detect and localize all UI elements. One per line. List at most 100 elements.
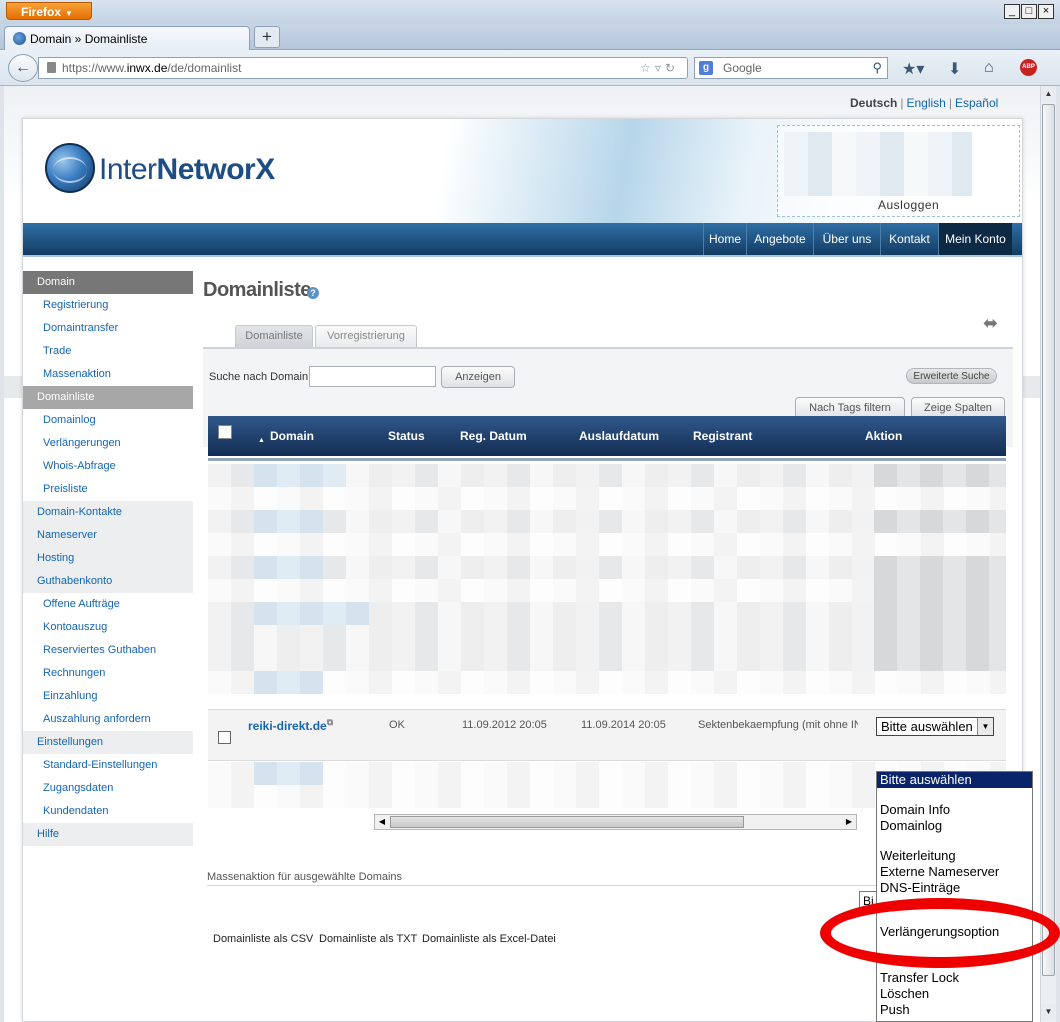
scroll-up-icon[interactable]: ▲ xyxy=(1041,86,1056,102)
table-row-redacted xyxy=(208,671,1006,694)
lang-english[interactable]: English xyxy=(906,96,945,110)
sidebar-item-zugangsdaten[interactable]: Zugangsdaten xyxy=(23,777,193,800)
sidebar-item-domainliste[interactable]: Domainliste xyxy=(23,386,193,409)
bookmark-star-icon[interactable]: ☆▿↻ xyxy=(640,58,679,78)
action-select[interactable]: Bitte auswählen ▼ xyxy=(876,717,994,736)
sidebar-item-rechnungen[interactable]: Rechnungen xyxy=(23,662,193,685)
scroll-left-icon[interactable]: ◀ xyxy=(375,815,389,829)
sidebar-item-nameserver[interactable]: Nameserver xyxy=(23,524,193,547)
horizontal-scrollbar[interactable]: ◀ ▶ xyxy=(374,814,857,830)
dropdown-option[interactable]: Transfer Lock xyxy=(877,970,1032,986)
dropdown-option[interactable]: Domainlog xyxy=(877,818,1032,834)
maximize-icon[interactable]: □ xyxy=(1021,4,1037,19)
scrollbar-thumb[interactable] xyxy=(1042,104,1055,976)
minimize-icon[interactable]: _ xyxy=(1004,4,1020,19)
sidebar-item-registrierung[interactable]: Registrierung xyxy=(23,294,193,317)
expand-width-icon[interactable]: ⬌ xyxy=(983,313,998,334)
sidebar-item-trade[interactable]: Trade xyxy=(23,340,193,363)
firefox-menu-button[interactable]: Firefox ▼ xyxy=(6,2,92,20)
table-row-redacted xyxy=(208,579,1006,602)
table-row-redacted xyxy=(208,602,1006,625)
help-icon[interactable]: ? xyxy=(307,287,319,299)
column-auslaufdatum[interactable]: Auslaufdatum xyxy=(579,429,659,443)
export-excel-link[interactable]: Domainliste als Excel-Datei xyxy=(422,933,556,945)
table-header: ▲ Domain Status Reg. Datum Auslaufdatum … xyxy=(208,416,1006,456)
export-csv-link[interactable]: Domainliste als CSV xyxy=(213,933,313,945)
sidebar-item-einstellungen[interactable]: Einstellungen xyxy=(23,731,193,754)
sidebar-item-domainlog[interactable]: Domainlog xyxy=(23,409,193,432)
sidebar-item-einzahlung[interactable]: Einzahlung xyxy=(23,685,193,708)
sidebar-item-domaintransfer[interactable]: Domaintransfer xyxy=(23,317,193,340)
dropdown-option[interactable]: Löschen xyxy=(877,986,1032,1002)
column-status[interactable]: Status xyxy=(388,429,425,443)
lang-espanol[interactable]: Español xyxy=(955,96,998,110)
domain-link[interactable]: reiki-direkt.de⧉ xyxy=(248,717,333,733)
column-registrant[interactable]: Registrant xyxy=(693,429,752,443)
sidebar-item-hilfe[interactable]: Hilfe xyxy=(23,823,193,846)
sidebar-item-whois-abfrage[interactable]: Whois-Abfrage xyxy=(23,455,193,478)
close-icon[interactable]: × xyxy=(1038,4,1054,19)
url-path: /de/domainlist xyxy=(167,61,242,75)
search-icon[interactable]: ⚲ xyxy=(872,58,882,78)
sidebar-item-kontoauszug[interactable]: Kontoauszug xyxy=(23,616,193,639)
sidebar-item-domain-kontakte[interactable]: Domain-Kontakte xyxy=(23,501,193,524)
domain-search-input[interactable] xyxy=(309,366,436,387)
sidebar-item-massenaktion[interactable]: Massenaktion xyxy=(23,363,193,386)
sidebar-item-offene-aufträge[interactable]: Offene Aufträge xyxy=(23,593,193,616)
firefox-menu-label: Firefox xyxy=(21,5,62,19)
back-arrow-icon[interactable]: ← xyxy=(8,54,38,82)
select-all-checkbox[interactable] xyxy=(218,425,232,439)
dropdown-option[interactable]: DNS-Einträge xyxy=(877,880,1032,896)
sidebar-item-preisliste[interactable]: Preisliste xyxy=(23,478,193,501)
nav-home[interactable]: Home xyxy=(703,223,746,255)
column-reg-datum[interactable]: Reg. Datum xyxy=(460,429,527,443)
sidebar-item-hosting[interactable]: Hosting xyxy=(23,547,193,570)
url-bar[interactable]: https://www.inwx.de/de/domainlist ☆▿↻ xyxy=(38,57,688,79)
download-icon[interactable]: ⬇ xyxy=(948,59,961,79)
nav-ueber-uns[interactable]: Über uns xyxy=(813,223,880,255)
column-aktion[interactable]: Aktion xyxy=(865,429,902,443)
scrollbar-thumb[interactable] xyxy=(390,816,744,828)
table-row-redacted xyxy=(208,625,1006,648)
sidebar-item-auszahlung-anfordern[interactable]: Auszahlung anfordern xyxy=(23,708,193,731)
dropdown-option[interactable]: Weiterleitung xyxy=(877,848,1032,864)
nav-angebote[interactable]: Angebote xyxy=(746,223,813,255)
sidebar-item-kundendaten[interactable]: Kundendaten xyxy=(23,800,193,823)
sidebar-item-verlängerungen[interactable]: Verlängerungen xyxy=(23,432,193,455)
lang-deutsch[interactable]: Deutsch xyxy=(850,96,897,110)
show-button[interactable]: Anzeigen xyxy=(441,366,515,388)
tab-domainliste-list[interactable]: Domainliste xyxy=(235,325,313,347)
lang-separator: | xyxy=(948,96,952,110)
vertical-scrollbar[interactable]: ▲ ▼ xyxy=(1040,86,1056,1022)
search-input[interactable]: g Google ⚲ xyxy=(694,57,888,79)
tab-vorregistrierung[interactable]: Vorregistrierung xyxy=(315,325,417,347)
sidebar-item-standard-einstellungen[interactable]: Standard-Einstellungen xyxy=(23,754,193,777)
sidebar-item-guthabenkonto[interactable]: Guthabenkonto xyxy=(23,570,193,593)
scroll-right-icon[interactable]: ▶ xyxy=(842,815,856,829)
dropdown-option[interactable]: Externe Nameserver xyxy=(877,864,1032,880)
extended-search-button[interactable]: Erweiterte Suche xyxy=(906,368,997,384)
row-checkbox[interactable] xyxy=(218,731,231,744)
adblock-icon[interactable]: ABP xyxy=(1020,59,1037,76)
globe-logo-icon[interactable] xyxy=(45,143,95,193)
dropdown-option[interactable]: Push xyxy=(877,1002,1032,1018)
scroll-down-icon[interactable]: ▼ xyxy=(1041,1004,1056,1020)
new-tab-button[interactable]: + xyxy=(254,26,280,48)
logout-link[interactable]: Ausloggen xyxy=(878,198,939,212)
nav-mein-konto[interactable]: Mein Konto xyxy=(938,223,1012,255)
bookmarks-icon[interactable]: ★▾ xyxy=(902,59,924,79)
export-txt-link[interactable]: Domainliste als TXT xyxy=(319,933,417,945)
dropdown-option[interactable]: Bitte auswählen xyxy=(877,772,1032,788)
nav-kontakt[interactable]: Kontakt xyxy=(880,223,938,255)
site-logo[interactable]: InterNetworX xyxy=(99,153,275,187)
tab-domainliste[interactable]: Domain » Domainliste xyxy=(4,26,250,51)
sidebar-item-domain[interactable]: Domain xyxy=(23,271,193,294)
google-icon: g xyxy=(699,61,713,75)
column-domain[interactable]: Domain xyxy=(270,429,314,443)
sidebar-item-reserviertes-guthaben[interactable]: Reserviertes Guthaben xyxy=(23,639,193,662)
dropdown-option[interactable]: Domain Info xyxy=(877,802,1032,818)
account-info-redacted xyxy=(784,132,972,196)
home-icon[interactable]: ⌂ xyxy=(984,59,994,77)
chevron-down-icon[interactable]: ▼ xyxy=(977,718,993,735)
sort-ascending-icon[interactable]: ▲ xyxy=(258,437,265,444)
